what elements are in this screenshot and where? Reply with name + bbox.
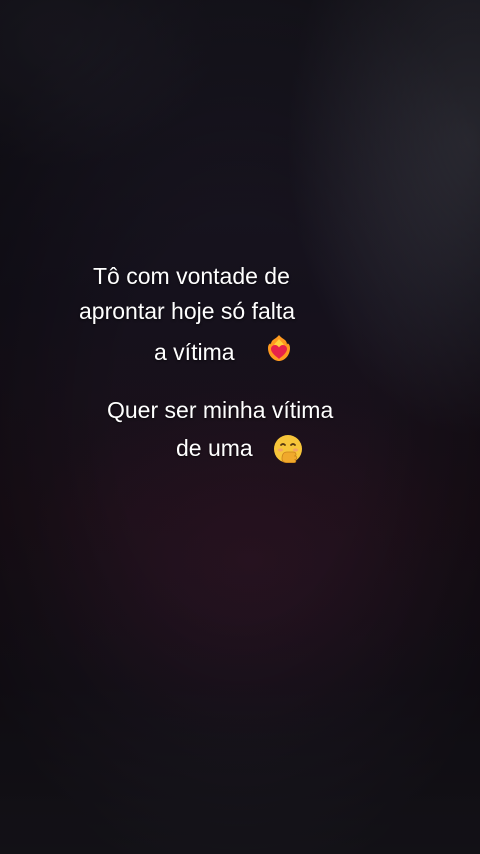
caption-1-line-2: aprontar hoje só falta [79, 298, 296, 324]
heart-on-fire-icon [264, 333, 294, 363]
story-background: Tô com vontade de aprontar hoje só falta… [0, 0, 480, 854]
background-vignette [0, 0, 480, 854]
face-hand-over-mouth-icon [272, 433, 304, 465]
caption-1-line-1: Tô com vontade de [93, 263, 290, 289]
caption-1-line-3: a vítima [154, 339, 235, 365]
caption-2-line-1: Quer ser minha vítima [107, 397, 334, 423]
caption-2-line-2: de uma [176, 435, 253, 461]
